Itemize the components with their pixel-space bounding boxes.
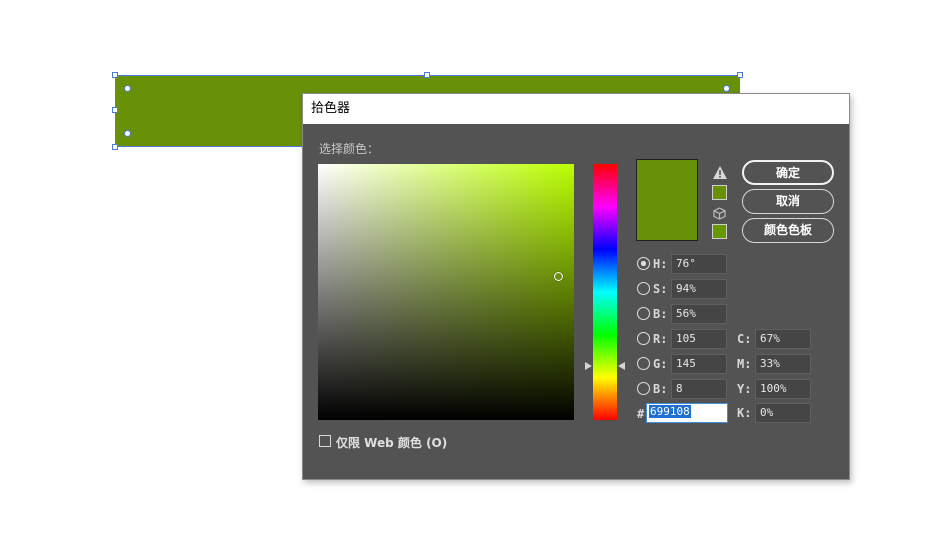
select-color-label: 选择颜色： [319,142,380,156]
yellow-input[interactable]: 100% [755,379,811,399]
ok-button[interactable]: 确定 [742,160,834,185]
selection-handle-top-right[interactable] [737,72,743,78]
red-input[interactable]: 105 [671,329,727,349]
saturation-label: S: [653,282,668,296]
corner-widget-top-right[interactable] [723,85,730,92]
web-only-checkbox[interactable] [319,435,331,447]
cancel-button[interactable]: 取消 [742,189,834,214]
brightness-input[interactable]: 56% [671,304,727,324]
cyan-label: C: [737,332,752,346]
web-only-label-text: 仅限 Web 颜色 (O) [336,436,448,450]
hex-input[interactable]: 699108 [646,403,728,423]
dialog-title: 拾色器 [303,94,849,124]
magenta-label: M: [737,357,752,371]
current-color-preview [636,159,698,241]
hue-slider-left-arrow[interactable] [585,361,592,370]
selection-handle-middle-left[interactable] [112,107,118,113]
green-label: G: [653,357,668,371]
blue-radio[interactable] [637,382,650,395]
hue-slider-right-arrow[interactable] [618,361,625,370]
red-radio[interactable] [637,332,650,345]
color-swatches-button[interactable]: 颜色色板 [742,218,834,243]
selection-handle-top-middle[interactable] [424,72,430,78]
brightness-label: B: [653,307,668,321]
hex-value-selected-text: 699108 [649,405,691,418]
selection-handle-bottom-left[interactable] [112,144,118,150]
hex-label: # [637,407,645,421]
cube-icon[interactable] [713,207,726,220]
selection-handle-top-left[interactable] [112,72,118,78]
hue-slider[interactable] [593,164,617,420]
color-picker-dialog: 拾色器 选择颜色： 确定 取消 颜色色板 H: 76° S: 94% B: 56… [302,93,850,480]
saturation-input[interactable]: 94% [671,279,727,299]
magenta-input[interactable]: 33% [755,354,811,374]
cyan-input[interactable]: 67% [755,329,811,349]
green-radio[interactable] [637,357,650,370]
blue-input[interactable]: 8 [671,379,727,399]
saturation-brightness-field[interactable] [318,164,574,420]
hue-radio[interactable] [637,257,650,270]
corner-widget-bottom-left[interactable] [124,130,131,137]
black-input[interactable]: 0% [755,403,811,423]
hue-input[interactable]: 76° [671,254,727,274]
saturation-radio[interactable] [637,282,650,295]
in-gamut-color-swatch[interactable] [712,185,727,200]
warning-triangle-icon[interactable] [712,165,728,180]
web-only-label[interactable]: 仅限 Web 颜色 (O) [336,434,447,451]
color-field-cursor[interactable] [554,272,564,282]
corner-widget-top-left[interactable] [124,85,131,92]
web-safe-color-swatch[interactable] [712,224,727,239]
yellow-label: Y: [737,382,752,396]
brightness-radio[interactable] [637,307,650,320]
green-input[interactable]: 145 [671,354,727,374]
black-label: K: [737,406,752,420]
red-label: R: [653,332,668,346]
blue-label: B: [653,382,668,396]
hue-label: H: [653,257,668,271]
